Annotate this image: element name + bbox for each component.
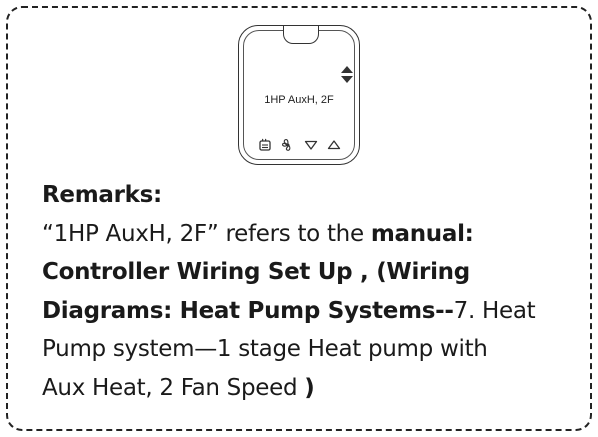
remarks-bold-1: manual: (370, 220, 474, 247)
remarks-block: Remarks: “1HP AuxH, 2F” refers to the ma… (42, 176, 587, 407)
remarks-text-4: Aux Heat, 2 Fan Speed (42, 374, 305, 401)
remarks-text-2: 7. Heat (453, 297, 536, 324)
device-notch (283, 26, 319, 44)
remarks-bold-3: Diagrams: Heat Pump Systems-- (42, 297, 454, 324)
device-display-text: 1HP AuxH, 2F (264, 94, 334, 106)
up-arrow-icon[interactable] (327, 138, 341, 152)
thermostat-device: 1HP AuxH, 2F (238, 25, 360, 165)
remarks-title: Remarks: (42, 182, 162, 208)
remarks-text-1: “1HP AuxH, 2F” refers to the (42, 220, 371, 247)
fan-icon[interactable] (281, 138, 295, 152)
remarks-text-3: Pump system—1 stage Heat pump with (42, 336, 488, 362)
updown-arrows-icon (341, 66, 353, 83)
device-button-row (239, 137, 359, 153)
remarks-bold-4: ) (304, 374, 315, 401)
heat-mode-icon[interactable] (258, 138, 272, 152)
remarks-bold-2: Controller Wiring Set Up , (Wiring (42, 259, 470, 285)
down-arrow-icon[interactable] (304, 138, 318, 152)
